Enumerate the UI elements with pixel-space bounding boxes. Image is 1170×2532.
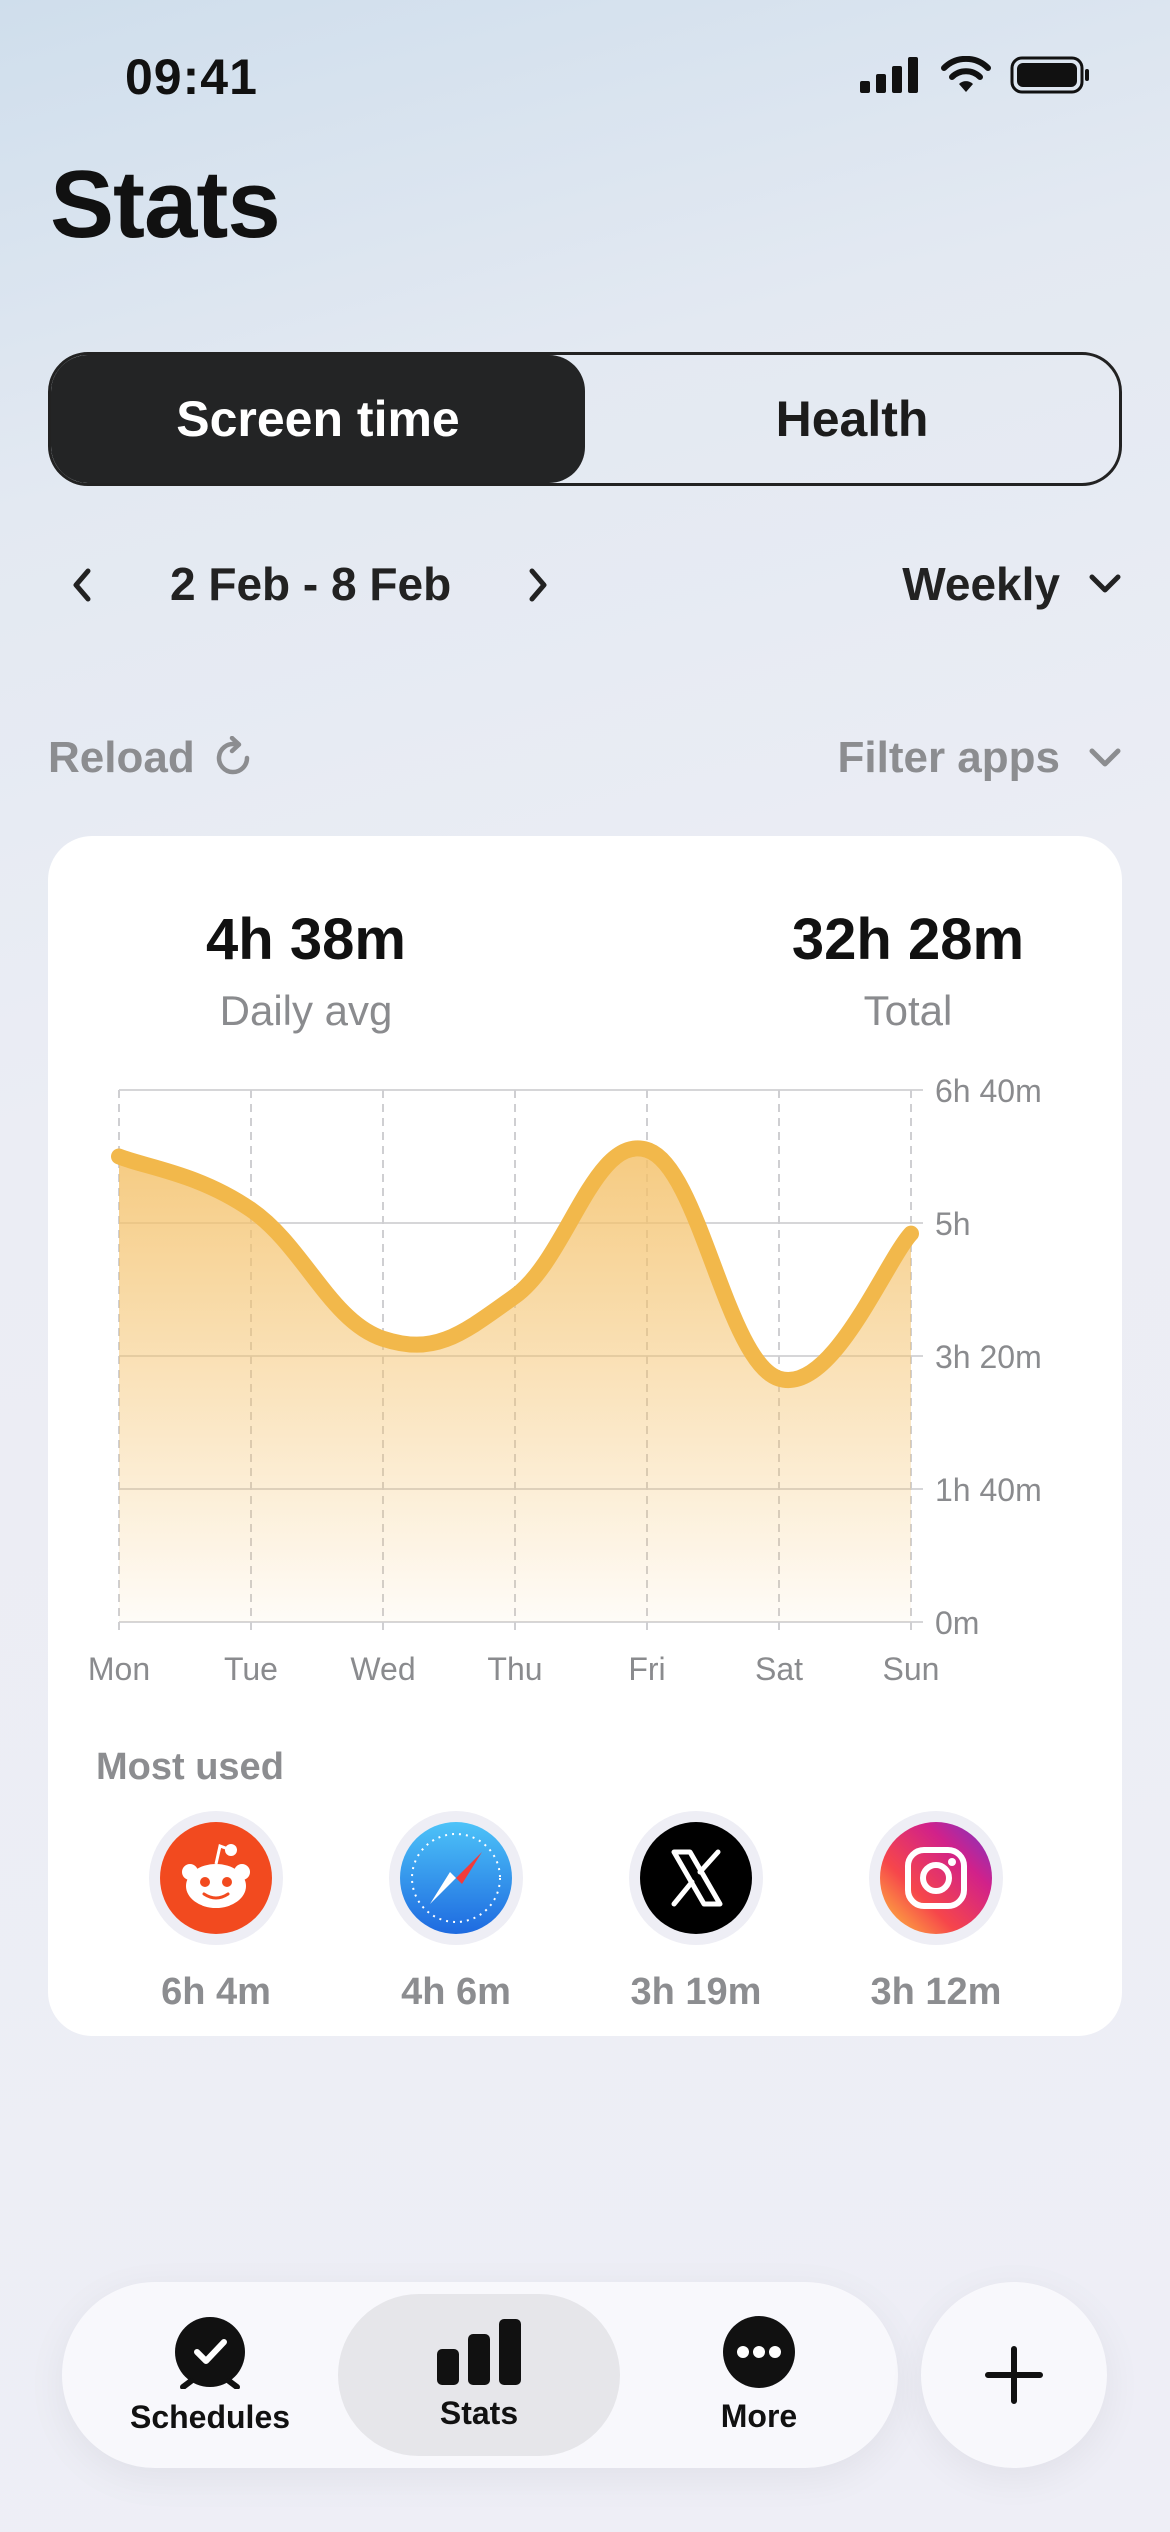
x-tick-label: Mon <box>88 1651 150 1687</box>
chevron-down-icon <box>1089 748 1121 767</box>
most-used-apps: 6h 4m 4h 6m 3h 19m 3h 12m <box>96 1811 1056 2014</box>
date-range-label: 2 Feb - 8 Feb <box>170 558 452 610</box>
y-tick-label: 1h 40m <box>935 1472 1042 1508</box>
tab-label: Schedules <box>129 2398 291 2435</box>
x-tick-label: Wed <box>350 1651 415 1687</box>
segmented-control: Screen time Health <box>48 352 1122 486</box>
status-bar: 09:41 <box>0 0 1170 150</box>
tab-bar: Schedules Stats More <box>62 2282 898 2468</box>
reload-button[interactable]: Reload <box>48 733 255 783</box>
wifi-icon <box>941 56 991 92</box>
daily-average-label: Daily avg <box>219 987 393 1034</box>
next-week-button[interactable] <box>514 561 562 609</box>
status-time: 09:41 <box>125 49 258 105</box>
tools-row: Reload Filter apps <box>48 725 1122 795</box>
x-tick-label: Sun <box>883 1651 940 1687</box>
app-usage-time: 3h 12m <box>870 1971 1002 2013</box>
add-button[interactable] <box>921 2282 1107 2468</box>
x-tick-label: Fri <box>628 1651 665 1687</box>
app-x[interactable]: 3h 19m <box>596 1811 796 2014</box>
y-tick-label: 3h 20m <box>935 1339 1042 1375</box>
instagram-icon <box>880 1822 992 1934</box>
bar-chart-icon <box>437 2318 521 2385</box>
previous-week-button[interactable] <box>58 561 106 609</box>
plus-icon <box>985 2346 1043 2404</box>
segment-health[interactable]: Health <box>585 355 1119 483</box>
filter-apps-label: Filter apps <box>837 733 1061 782</box>
app-icon-ring <box>869 1811 1003 1945</box>
reload-label: Reload <box>48 733 195 782</box>
safari-icon <box>400 1822 512 1934</box>
segment-screen-time[interactable]: Screen time <box>51 355 585 483</box>
x-icon <box>640 1822 752 1934</box>
app-icon-ring <box>629 1811 763 1945</box>
app-usage-time: 6h 4m <box>161 1971 271 2013</box>
status-icons <box>860 56 1090 94</box>
app-instagram[interactable]: 3h 12m <box>836 1811 1036 2014</box>
y-tick-label: 6h 40m <box>935 1073 1042 1109</box>
reddit-icon <box>160 1822 272 1934</box>
tab-stats[interactable]: Stats <box>338 2294 620 2456</box>
chevron-left-icon <box>73 568 91 602</box>
chevron-down-icon <box>1089 574 1121 593</box>
app-icon-ring <box>389 1811 523 1945</box>
date-navigation: 2 Feb - 8 Feb Weekly <box>48 545 1122 625</box>
reload-icon <box>216 736 249 775</box>
app-usage-time: 3h 19m <box>630 1971 762 2013</box>
app-reddit[interactable]: 6h 4m <box>116 1811 316 2014</box>
more-icon <box>723 2315 795 2388</box>
tab-label: Stats <box>439 2394 519 2431</box>
total-time-label: Total <box>863 987 953 1034</box>
daily-average: 4h 38m Daily avg <box>96 906 516 1035</box>
app-icon-ring <box>149 1811 283 1945</box>
signal-icon <box>860 57 918 93</box>
tab-more[interactable]: More <box>644 2294 874 2456</box>
period-label: Weekly <box>902 558 1060 610</box>
daily-average-value: 4h 38m <box>206 907 406 972</box>
tab-schedules[interactable]: Schedules <box>82 2294 338 2456</box>
total-time-value: 32h 28m <box>791 907 1025 972</box>
x-tick-label: Sat <box>755 1651 803 1687</box>
chevron-right-icon <box>529 568 547 602</box>
page-title: Stats <box>50 151 281 258</box>
y-tick-label: 5h <box>935 1206 971 1242</box>
app-safari[interactable]: 4h 6m <box>356 1811 556 2014</box>
most-used-label: Most used <box>96 1746 284 1788</box>
period-dropdown[interactable]: Weekly <box>902 557 1122 611</box>
x-tick-label: Tue <box>224 1651 278 1687</box>
tab-label: More <box>720 2397 798 2434</box>
filter-apps-dropdown[interactable]: Filter apps <box>838 733 1123 783</box>
x-tick-label: Thu <box>487 1651 542 1687</box>
y-tick-label: 0m <box>935 1605 979 1641</box>
app-usage-time: 4h 6m <box>401 1971 511 2013</box>
stats-card: 4h 38m Daily avg 32h 28m Total 6h 40m 5h 3… <box>48 836 1122 2036</box>
battery-icon <box>1010 56 1089 94</box>
clock-check-icon <box>175 2316 245 2389</box>
total-time: 32h 28m Total <box>698 906 1118 1035</box>
screen-time-chart: 6h 40m 5h 3h 20m 1h 40m 0m Mon Tue Wed Thu Fri Sa… <box>88 1073 1042 1687</box>
